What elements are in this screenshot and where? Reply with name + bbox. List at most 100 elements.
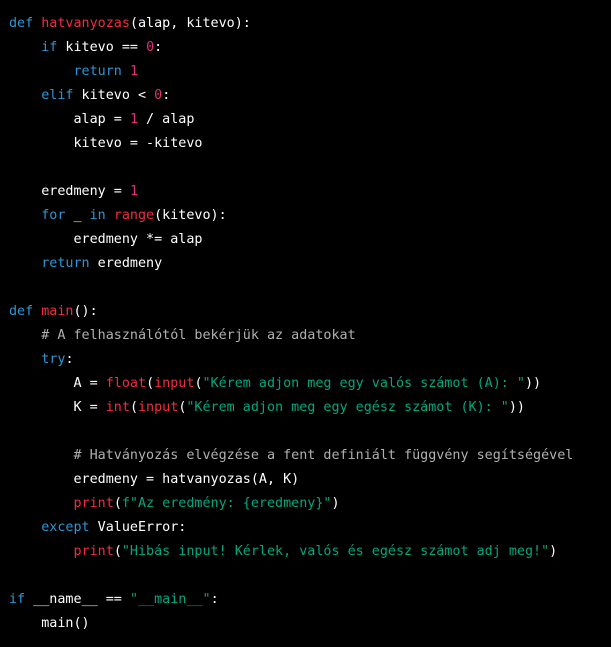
code-token: : [162, 88, 171, 103]
code-token: 1 [129, 64, 138, 79]
code-token: )) [524, 376, 542, 391]
code-token: 0 [146, 40, 155, 55]
code-token: __name__ == [25, 592, 130, 607]
code-token: # A felhasználótól bekérjük az adatokat [41, 328, 356, 343]
code-token: "Hibás input! Kérlek, valós és egész szá… [121, 544, 550, 559]
code-token: ( [113, 544, 122, 559]
code-line: main() [0, 612, 611, 636]
code-token: kitevo == [57, 40, 147, 55]
code-token: eredmeny *= alap [9, 232, 203, 247]
code-token: ( [113, 496, 122, 511]
code-line: # A felhasználótól bekérjük az adatokat [0, 324, 611, 348]
code-token: eredmeny = hatvanyozas(A, K) [9, 472, 300, 487]
code-token: K = [9, 400, 106, 415]
code-token: ValueError: [89, 520, 187, 535]
code-token: print [73, 496, 114, 511]
code-token: # Hatványozás elvégzése a fent definiált… [73, 448, 574, 463]
code-line: K = int(input("Kérem adjon meg egy egész… [0, 396, 611, 420]
code-token: def [9, 16, 42, 31]
code-token: ( [146, 376, 155, 391]
code-line: print(f"Az eredmény: {eredmeny}") [0, 492, 611, 516]
code-token: range [113, 208, 155, 223]
code-token: : [154, 40, 163, 55]
code-token: _ [65, 208, 90, 223]
code-token: : [210, 592, 219, 607]
code-token: int [105, 400, 130, 415]
code-token: ( [194, 376, 203, 391]
code-token: in [89, 208, 106, 223]
code-token: input [154, 376, 195, 391]
code-token: ) [331, 496, 340, 511]
code-line: try: [0, 348, 611, 372]
code-token: 0 [154, 88, 163, 103]
code-line: A = float(input("Kérem adjon meg egy val… [0, 372, 611, 396]
code-token: kitevo = -kitevo [9, 136, 203, 151]
code-token: A = [9, 376, 106, 391]
code-line: return 1 [0, 60, 611, 84]
code-token: except [41, 520, 90, 535]
code-line: return eredmeny [0, 252, 611, 276]
code-token: (alap, kitevo): [129, 16, 251, 31]
code-line: eredmeny = 1 [0, 180, 611, 204]
code-token: / alap [138, 112, 195, 127]
code-line: eredmeny *= alap [0, 228, 611, 252]
code-line: for _ in range(kitevo): [0, 204, 611, 228]
code-token: ( [129, 400, 138, 415]
code-block[interactable]: def hatvanyozas(alap, kitevo): if kitevo… [0, 0, 611, 647]
code-token: "Kérem adjon meg egy egész számot (K): " [186, 400, 509, 415]
code-token: main() [9, 616, 90, 631]
code-token: kitevo < [73, 88, 155, 103]
code-token: "Kérem adjon meg egy valós számot (A): " [202, 376, 525, 391]
code-token: print [73, 544, 114, 559]
code-line: def hatvanyozas(alap, kitevo): [0, 12, 611, 36]
code-token: def [9, 304, 42, 319]
code-token: main [41, 304, 74, 319]
code-line: if __name__ == "__main__": [0, 588, 611, 612]
code-line: eredmeny = hatvanyozas(A, K) [0, 468, 611, 492]
code-token: (kitevo): [154, 208, 227, 223]
code-line: def main(): [0, 300, 611, 324]
code-token: eredmeny = [9, 184, 130, 199]
code-token: for [41, 208, 66, 223]
code-token: if [41, 40, 58, 55]
code-line: # Hatványozás elvégzése a fent definiált… [0, 444, 611, 468]
code-line: alap = 1 / alap [0, 108, 611, 132]
code-token: : [65, 352, 74, 367]
code-token: input [138, 400, 179, 415]
code-line: if kitevo == 0: [0, 36, 611, 60]
code-token: eredmeny [89, 256, 163, 271]
code-token: float [105, 376, 147, 391]
code-token: hatvanyozas [41, 16, 130, 31]
code-token: ) [549, 544, 558, 559]
code-token: alap = [9, 112, 130, 127]
code-token: elif [41, 88, 74, 103]
code-token: if [9, 592, 26, 607]
code-token: return [73, 64, 122, 79]
code-token: f"Az eredmény: {eredmeny}" [121, 496, 332, 511]
code-token: (): [73, 304, 98, 319]
code-token: "__main__" [129, 592, 211, 607]
code-token: )) [508, 400, 525, 415]
code-token: 1 [129, 184, 138, 199]
code-line: print("Hibás input! Kérlek, valós és egé… [0, 540, 611, 564]
code-token: return [41, 256, 90, 271]
code-token: 1 [129, 112, 138, 127]
code-line: elif kitevo < 0: [0, 84, 611, 108]
